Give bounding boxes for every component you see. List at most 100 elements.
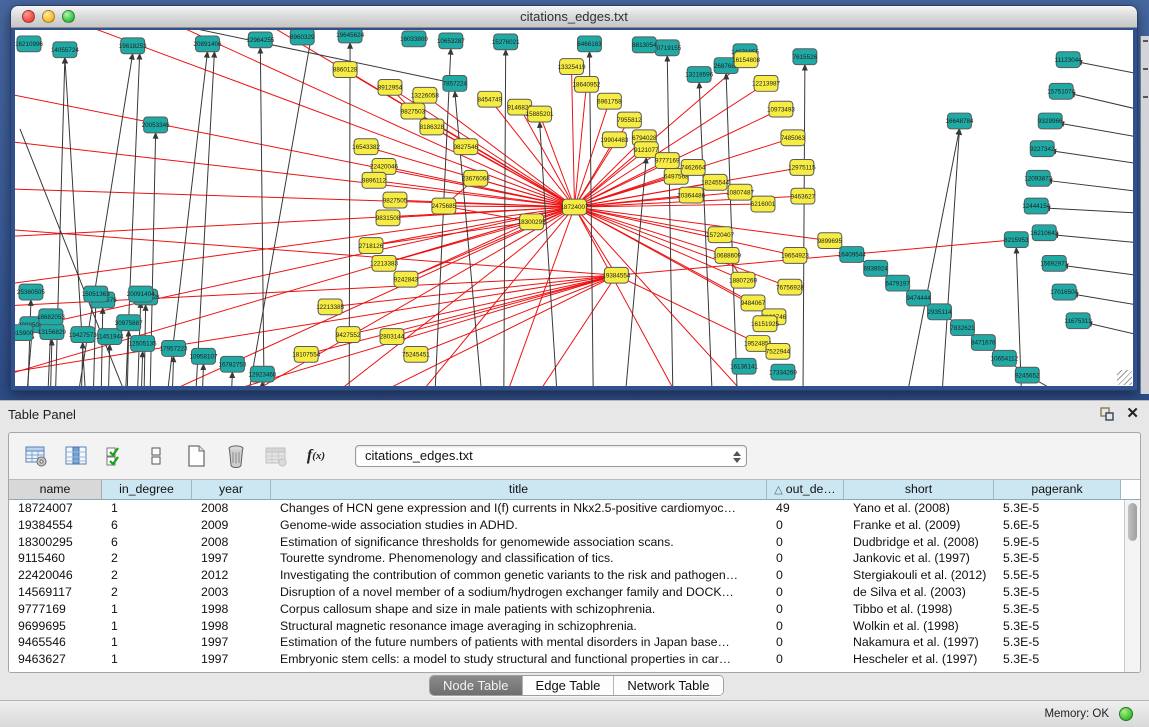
cell-in_degree[interactable]: 6 bbox=[102, 534, 192, 551]
cell-year[interactable]: 1997 bbox=[192, 634, 271, 651]
cell-pagerank[interactable]: 5.3E-5 bbox=[994, 618, 1121, 635]
graph-edge[interactable] bbox=[1069, 93, 1133, 109]
graph-edge[interactable] bbox=[941, 129, 960, 386]
graph-node[interactable]: 9827503 bbox=[401, 103, 426, 119]
cell-out_de[interactable]: 0 bbox=[767, 534, 844, 551]
graph-node[interactable]: 19618253 bbox=[119, 38, 147, 54]
cell-year[interactable]: 2012 bbox=[192, 567, 271, 584]
cell-year[interactable]: 2008 bbox=[192, 500, 271, 517]
graph-edge[interactable] bbox=[504, 50, 506, 386]
graph-edge[interactable] bbox=[416, 275, 616, 354]
graph-node[interactable]: 18724007 bbox=[561, 199, 589, 215]
network-canvas[interactable]: 1621099614055724196182532089140612964255… bbox=[15, 30, 1133, 386]
cell-title[interactable]: Corpus callosum shape and size in male p… bbox=[271, 601, 767, 618]
cell-pagerank[interactable]: 5.3E-5 bbox=[994, 500, 1121, 517]
graph-node[interactable]: 15051363 bbox=[82, 286, 110, 302]
graph-edge[interactable] bbox=[1062, 265, 1133, 275]
graph-edge[interactable] bbox=[348, 275, 616, 334]
tab-network-table[interactable]: Network Table bbox=[614, 676, 722, 695]
graph-node[interactable]: 2718126 bbox=[359, 238, 384, 254]
graph-node[interactable]: 18640952 bbox=[573, 76, 601, 92]
graph-node[interactable]: 9227342 bbox=[1030, 141, 1055, 157]
column-header-short[interactable]: short bbox=[844, 480, 994, 499]
cell-short[interactable]: Wolkin et al. (1998) bbox=[844, 618, 994, 635]
graph-edge[interactable] bbox=[803, 65, 805, 386]
cell-short[interactable]: Dudbridge et al. (2008) bbox=[844, 534, 994, 551]
graph-node[interactable]: 16409544 bbox=[838, 247, 866, 263]
graph-node[interactable]: 12213385 bbox=[316, 299, 344, 315]
table-row[interactable]: 1872400712008Changes of HCN gene express… bbox=[9, 500, 1124, 517]
column-header-in_degree[interactable]: in_degree bbox=[102, 480, 192, 499]
graph-node[interactable]: 8471676 bbox=[971, 335, 996, 351]
graph-node[interactable]: 19384554 bbox=[602, 267, 630, 283]
graph-node[interactable]: 8186328 bbox=[420, 119, 445, 135]
graph-node[interactable]: 16136141 bbox=[730, 358, 758, 374]
graph-node[interactable]: 75245451 bbox=[402, 346, 430, 362]
cell-short[interactable]: Franke et al. (2009) bbox=[844, 517, 994, 534]
graph-node[interactable]: 9427552 bbox=[336, 327, 361, 343]
graph-node[interactable]: 12505135 bbox=[129, 336, 157, 352]
table-row[interactable]: 946554611997Estimation of the future num… bbox=[9, 634, 1124, 651]
scrollbar-thumb[interactable] bbox=[1128, 503, 1137, 541]
column-header-year[interactable]: year bbox=[192, 480, 271, 499]
graph-node[interactable]: 20891406 bbox=[194, 36, 222, 52]
graph-edge[interactable] bbox=[230, 372, 232, 386]
table-row[interactable]: 911546021997Tourette syndrome. Phenomeno… bbox=[9, 550, 1124, 567]
table-settings-icon[interactable] bbox=[23, 443, 49, 469]
cell-short[interactable]: de Silva et al. (2003) bbox=[844, 584, 994, 601]
graph-node[interactable]: 6216001 bbox=[751, 196, 776, 212]
cell-name[interactable]: 9777169 bbox=[9, 601, 102, 618]
graph-node[interactable]: 16033809 bbox=[400, 31, 428, 47]
graph-node[interactable]: 10688609 bbox=[713, 248, 741, 264]
graph-node[interactable]: 20053346 bbox=[142, 117, 170, 133]
graph-node[interactable]: 23676068 bbox=[462, 170, 490, 186]
graph-node[interactable]: 10719155 bbox=[653, 40, 681, 56]
cell-year[interactable]: 1997 bbox=[192, 550, 271, 567]
graph-node[interactable]: 9827546 bbox=[454, 139, 479, 155]
graph-node[interactable]: 11675313 bbox=[1064, 313, 1092, 329]
cell-out_de[interactable]: 0 bbox=[767, 584, 844, 601]
cell-name[interactable]: 14569117 bbox=[9, 584, 102, 601]
graph-node[interactable]: 3315900 bbox=[15, 325, 34, 341]
graph-node[interactable]: 12213383 bbox=[370, 255, 398, 271]
cell-year[interactable]: 2003 bbox=[192, 584, 271, 601]
cell-pagerank[interactable]: 5.3E-5 bbox=[994, 601, 1121, 618]
cell-title[interactable]: Estimation of significance thresholds fo… bbox=[271, 534, 767, 551]
cell-name[interactable]: 9115460 bbox=[9, 550, 102, 567]
graph-edge[interactable] bbox=[260, 382, 262, 386]
graph-edge[interactable] bbox=[260, 48, 264, 386]
graph-node[interactable]: 16648784 bbox=[946, 113, 974, 129]
graph-node[interactable]: 6466163 bbox=[577, 36, 602, 52]
graph-node[interactable]: 16210996 bbox=[15, 36, 43, 52]
cell-title[interactable]: Embryonic stem cells: a model to study s… bbox=[271, 651, 767, 668]
graph-edge[interactable] bbox=[1058, 123, 1133, 137]
table-scrollbar[interactable] bbox=[1124, 500, 1140, 672]
show-column-icon[interactable] bbox=[63, 443, 89, 469]
graph-edge[interactable] bbox=[1076, 62, 1133, 74]
graph-node[interactable]: 9777169 bbox=[655, 153, 680, 169]
graph-node[interactable]: 13325419 bbox=[558, 59, 586, 75]
cell-year[interactable]: 1998 bbox=[192, 601, 271, 618]
graph-edge[interactable] bbox=[195, 207, 575, 386]
cell-in_degree[interactable]: 2 bbox=[102, 584, 192, 601]
graph-node[interactable]: 15885201 bbox=[526, 106, 554, 122]
window-resize-grip[interactable] bbox=[1117, 370, 1132, 385]
delete-table-icon[interactable] bbox=[223, 443, 249, 469]
graph-edge[interactable] bbox=[1044, 208, 1133, 213]
graph-node[interactable]: 15720407 bbox=[706, 227, 734, 243]
graph-node[interactable]: 8454749 bbox=[478, 91, 503, 107]
cell-out_de[interactable]: 0 bbox=[767, 517, 844, 534]
cell-out_de[interactable]: 0 bbox=[767, 601, 844, 618]
cell-pagerank[interactable]: 5.3E-5 bbox=[994, 550, 1121, 567]
cell-pagerank[interactable]: 5.3E-5 bbox=[994, 634, 1121, 651]
cell-title[interactable]: Structural magnetic resonance image aver… bbox=[271, 618, 767, 635]
cell-short[interactable]: Nakamura et al. (1997) bbox=[844, 634, 994, 651]
graph-node[interactable]: 18682053 bbox=[37, 309, 65, 325]
graph-node[interactable]: 7522944 bbox=[766, 343, 791, 359]
cell-in_degree[interactable]: 2 bbox=[102, 567, 192, 584]
cell-year[interactable]: 2008 bbox=[192, 534, 271, 551]
graph-node[interactable]: 17334269 bbox=[769, 364, 797, 380]
cell-in_degree[interactable]: 1 bbox=[102, 651, 192, 668]
cell-in_degree[interactable]: 1 bbox=[102, 500, 192, 517]
cell-name[interactable]: 19384554 bbox=[9, 517, 102, 534]
